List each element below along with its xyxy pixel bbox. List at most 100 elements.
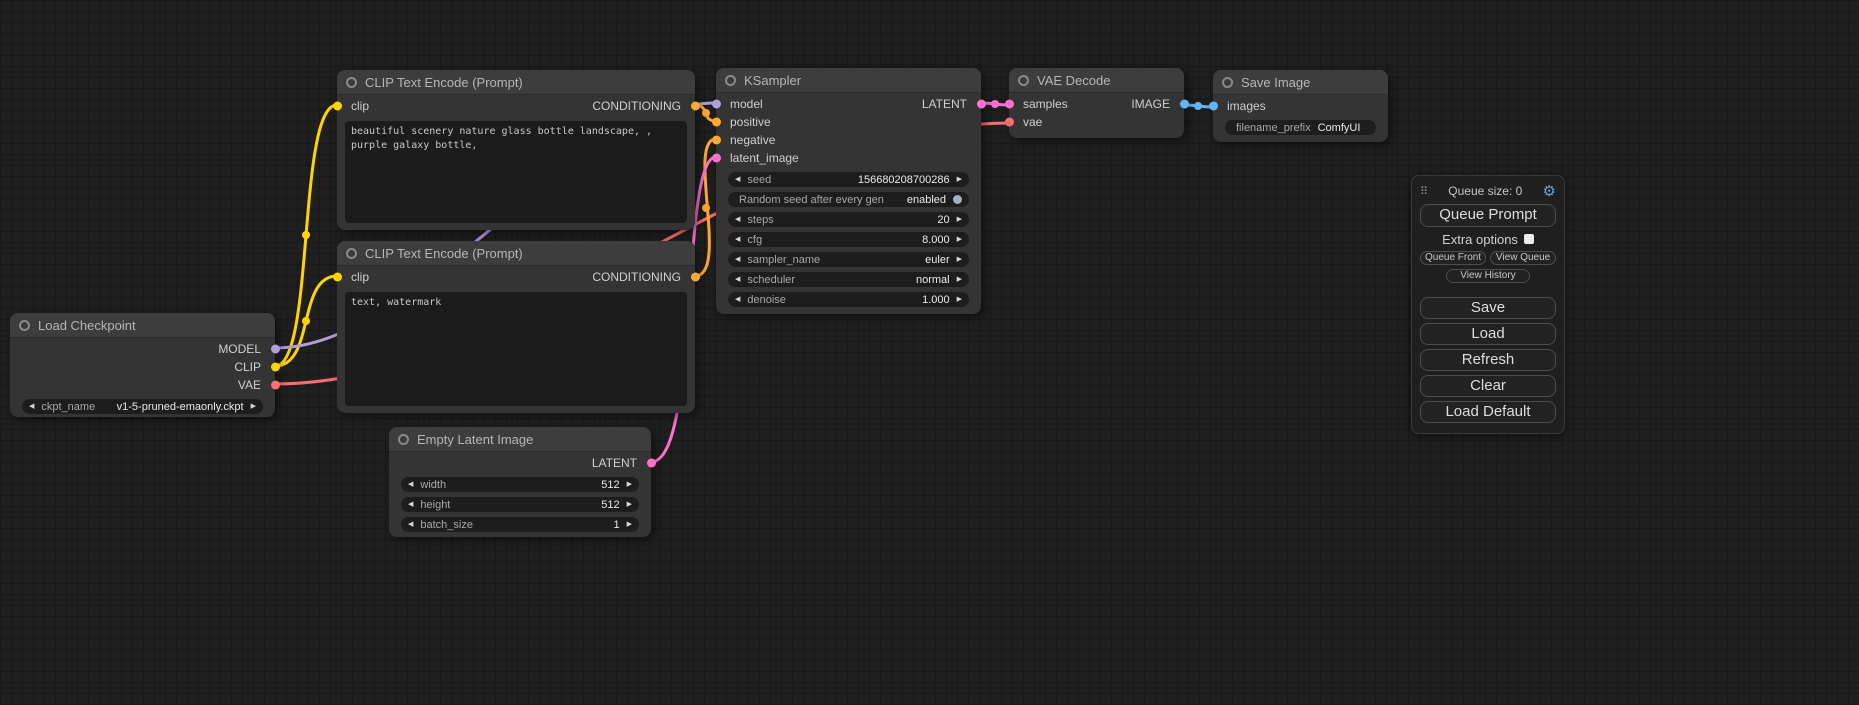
- increment-arrow-icon[interactable]: [627, 521, 632, 528]
- widget-name: filename_prefix: [1236, 122, 1311, 134]
- increment-arrow-icon[interactable]: [957, 176, 962, 183]
- output-slot-conditioning[interactable]: [691, 102, 700, 111]
- queue-size-label: Queue size: 0: [1448, 184, 1522, 198]
- node-title: KSampler: [744, 73, 801, 88]
- increment-arrow-icon[interactable]: [957, 276, 962, 283]
- refresh-button[interactable]: Refresh: [1420, 349, 1556, 371]
- load-button[interactable]: Load: [1420, 323, 1556, 345]
- widget-steps[interactable]: steps 20: [728, 212, 969, 227]
- input-slot-vae[interactable]: [1005, 118, 1014, 127]
- output-slot-conditioning[interactable]: [691, 273, 700, 282]
- widget-value: 20: [937, 214, 949, 226]
- output-slot-latent[interactable]: [977, 100, 986, 109]
- node-clip-text-encode-negative[interactable]: CLIP Text Encode (Prompt) clip CONDITION…: [337, 241, 695, 413]
- prompt-textarea[interactable]: text, watermark: [345, 292, 687, 406]
- input-slot-latent-image[interactable]: [712, 154, 721, 163]
- output-slot-latent[interactable]: [647, 459, 656, 468]
- decrement-arrow-icon[interactable]: [735, 176, 740, 183]
- node-header[interactable]: VAE Decode: [1009, 68, 1184, 93]
- increment-arrow-icon[interactable]: [627, 501, 632, 508]
- input-slot-model[interactable]: [712, 100, 721, 109]
- output-label-clip: CLIP: [234, 360, 261, 374]
- output-slot-vae[interactable]: [271, 381, 280, 390]
- node-header[interactable]: Save Image: [1213, 70, 1388, 95]
- node-vae-decode[interactable]: VAE Decode samples IMAGE vae: [1009, 68, 1184, 138]
- input-label-samples: samples: [1023, 97, 1068, 111]
- input-slot-clip[interactable]: [333, 102, 342, 111]
- widget-ckpt-name[interactable]: ckpt_name v1-5-pruned-emaonly.ckpt: [22, 399, 263, 414]
- decrement-arrow-icon[interactable]: [735, 236, 740, 243]
- decrement-arrow-icon[interactable]: [735, 276, 740, 283]
- decrement-arrow-icon[interactable]: [408, 481, 413, 488]
- increment-arrow-icon[interactable]: [957, 216, 962, 223]
- widget-filename-prefix[interactable]: filename_prefix ComfyUI: [1225, 120, 1376, 135]
- node-header[interactable]: CLIP Text Encode (Prompt): [337, 241, 695, 266]
- link-dot: [702, 204, 710, 212]
- widget-denoise[interactable]: denoise 1.000: [728, 292, 969, 307]
- drag-handle-icon[interactable]: ⠿: [1420, 185, 1428, 198]
- node-title: Save Image: [1241, 75, 1310, 90]
- settings-gear-icon[interactable]: ⚙: [1543, 184, 1556, 199]
- queue-panel[interactable]: ⠿ Queue size: 0 ⚙ Queue Prompt Extra opt…: [1411, 175, 1565, 434]
- output-slot-image[interactable]: [1180, 100, 1189, 109]
- node-load-checkpoint[interactable]: Load Checkpoint MODEL CLIP VAE ckpt_name…: [10, 313, 275, 417]
- decrement-arrow-icon[interactable]: [408, 501, 413, 508]
- node-header[interactable]: CLIP Text Encode (Prompt): [337, 70, 695, 95]
- link-dot: [302, 317, 310, 325]
- load-default-button[interactable]: Load Default: [1420, 401, 1556, 423]
- collapse-dot-icon[interactable]: [346, 248, 357, 259]
- queue-front-button[interactable]: Queue Front: [1420, 251, 1486, 265]
- collapse-dot-icon[interactable]: [398, 434, 409, 445]
- toggle-dot-icon[interactable]: [953, 195, 962, 204]
- output-label-conditioning: CONDITIONING: [592, 99, 681, 113]
- decrement-arrow-icon[interactable]: [735, 216, 740, 223]
- increment-arrow-icon[interactable]: [957, 236, 962, 243]
- save-button[interactable]: Save: [1420, 297, 1556, 319]
- queue-prompt-button[interactable]: Queue Prompt: [1420, 204, 1556, 227]
- output-slot-model[interactable]: [271, 345, 280, 354]
- collapse-dot-icon[interactable]: [1222, 77, 1233, 88]
- node-header[interactable]: KSampler: [716, 68, 981, 93]
- collapse-dot-icon[interactable]: [346, 77, 357, 88]
- node-save-image[interactable]: Save Image images filename_prefix ComfyU…: [1213, 70, 1388, 142]
- input-slot-positive[interactable]: [712, 118, 721, 127]
- extra-options-checkbox[interactable]: [1524, 234, 1534, 244]
- widget-width[interactable]: width 512: [401, 477, 639, 492]
- node-header[interactable]: Empty Latent Image: [389, 427, 651, 452]
- increment-arrow-icon[interactable]: [957, 296, 962, 303]
- view-queue-button[interactable]: View Queue: [1490, 251, 1556, 265]
- widget-name: denoise: [747, 294, 786, 306]
- decrement-arrow-icon[interactable]: [29, 403, 34, 410]
- node-clip-text-encode-positive[interactable]: CLIP Text Encode (Prompt) clip CONDITION…: [337, 70, 695, 230]
- widget-sampler-name[interactable]: sampler_name euler: [728, 252, 969, 267]
- widget-height[interactable]: height 512: [401, 497, 639, 512]
- node-empty-latent-image[interactable]: Empty Latent Image LATENT width 512 heig…: [389, 427, 651, 537]
- widget-value: v1-5-pruned-emaonly.ckpt: [117, 401, 244, 413]
- node-header[interactable]: Load Checkpoint: [10, 313, 275, 338]
- input-slot-images[interactable]: [1209, 102, 1218, 111]
- decrement-arrow-icon[interactable]: [735, 256, 740, 263]
- widget-seed[interactable]: seed 156680208700286: [728, 172, 969, 187]
- input-slot-clip[interactable]: [333, 273, 342, 282]
- increment-arrow-icon[interactable]: [627, 481, 632, 488]
- increment-arrow-icon[interactable]: [957, 256, 962, 263]
- collapse-dot-icon[interactable]: [19, 320, 30, 331]
- decrement-arrow-icon[interactable]: [735, 296, 740, 303]
- decrement-arrow-icon[interactable]: [408, 521, 413, 528]
- input-slot-negative[interactable]: [712, 136, 721, 145]
- widget-scheduler[interactable]: scheduler normal: [728, 272, 969, 287]
- input-slot-samples[interactable]: [1005, 100, 1014, 109]
- output-slot-clip[interactable]: [271, 363, 280, 372]
- node-ksampler[interactable]: KSampler model LATENT positive negative: [716, 68, 981, 314]
- widget-random-seed-toggle[interactable]: Random seed after every gen enabled: [728, 192, 969, 207]
- clear-button[interactable]: Clear: [1420, 375, 1556, 397]
- widget-batch-size[interactable]: batch_size 1: [401, 517, 639, 532]
- node-graph-canvas[interactable]: Load Checkpoint MODEL CLIP VAE ckpt_name…: [0, 0, 1859, 705]
- view-history-button[interactable]: View History: [1446, 269, 1530, 283]
- prompt-textarea[interactable]: beautiful scenery nature glass bottle la…: [345, 121, 687, 223]
- widget-cfg[interactable]: cfg 8.000: [728, 232, 969, 247]
- collapse-dot-icon[interactable]: [1018, 75, 1029, 86]
- widget-value: 512: [601, 499, 619, 511]
- collapse-dot-icon[interactable]: [725, 75, 736, 86]
- increment-arrow-icon[interactable]: [251, 403, 256, 410]
